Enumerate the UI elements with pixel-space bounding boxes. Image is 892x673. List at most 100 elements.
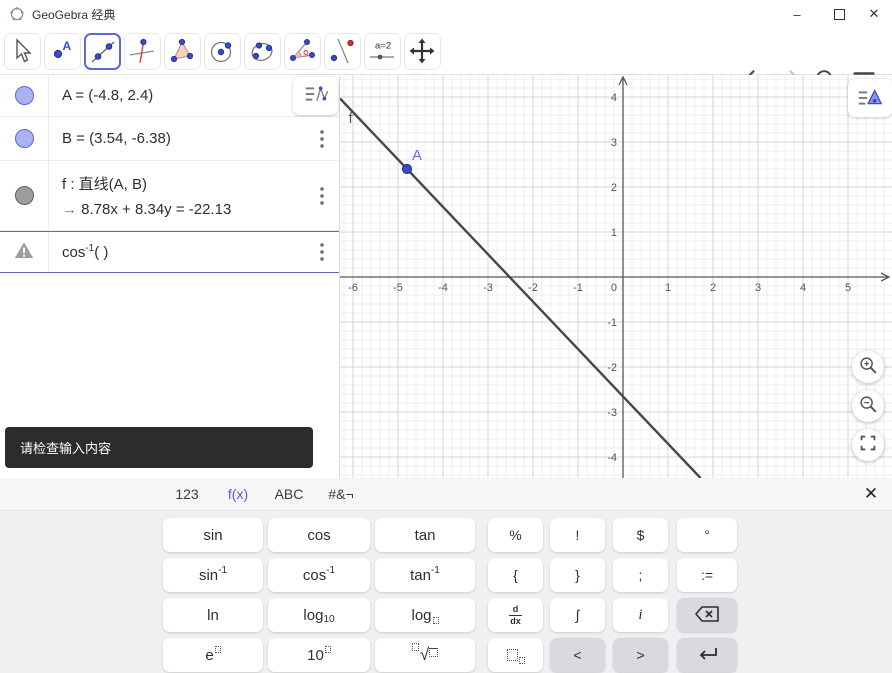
- key-label: }: [575, 567, 580, 583]
- key-ten-power[interactable]: 10: [268, 638, 370, 672]
- point-label-A: A: [412, 147, 422, 164]
- algebra-text-segment: A = (-4.8, 2.4): [62, 87, 154, 104]
- key-integral[interactable]: ∫: [550, 598, 605, 632]
- key-subscript: 10: [323, 613, 335, 625]
- algebra-row-input[interactable]: cos-1( ): [0, 231, 339, 273]
- keyboard-tab-123[interactable]: 123: [163, 478, 211, 510]
- key-sin-inverse[interactable]: sin -1: [163, 558, 263, 592]
- move-view-icon: [405, 38, 439, 72]
- keyboard-close-button[interactable]: ✕: [858, 481, 884, 507]
- visibility-toggle[interactable]: [0, 232, 49, 272]
- graphics-style-button[interactable]: [848, 79, 892, 117]
- tool-point[interactable]: A: [44, 33, 81, 70]
- visibility-toggle[interactable]: [0, 161, 49, 230]
- visibility-toggle[interactable]: [0, 117, 49, 160]
- key-enter[interactable]: [677, 638, 737, 672]
- keyboard-tab-fx[interactable]: f(x): [215, 478, 261, 510]
- algebra-style-button[interactable]: [293, 77, 338, 115]
- root-index-box: [411, 643, 419, 651]
- zoom-in-button[interactable]: [852, 351, 884, 383]
- key-tan[interactable]: tan: [375, 518, 475, 552]
- tool-conic-through-points[interactable]: [244, 33, 281, 70]
- minimize-button[interactable]: –: [776, 0, 818, 28]
- algebra-row-A[interactable]: A = (-4.8, 2.4): [0, 75, 339, 117]
- tool-move-graphics-view[interactable]: [404, 33, 441, 70]
- tool-circle-center-point[interactable]: [204, 33, 241, 70]
- tool-polygon[interactable]: [164, 33, 201, 70]
- zoom-out-button[interactable]: [852, 390, 884, 422]
- algebra-row-f[interactable]: f : 直线(A, B) → 8.78x + 8.34y = -22.13: [0, 161, 339, 231]
- axis-tick-label: -6: [348, 282, 358, 294]
- key-%[interactable]: %: [488, 518, 543, 552]
- key-e-power[interactable]: e: [163, 638, 263, 672]
- reflect-icon: [325, 38, 359, 72]
- keyboard-tab-[interactable]: #&¬: [317, 478, 365, 510]
- algebra-row-label: cos-1( ): [62, 243, 295, 261]
- subscript-box: [518, 656, 525, 664]
- algebra-text-segment: →: [62, 201, 82, 218]
- graphics-view[interactable]: -6 -5 -4 -3 -2 -1 0 1 2 3 4 5 -4 -3 -2 -1 1 2 3 4 f A: [340, 75, 892, 478]
- close-window-button[interactable]: ✕: [856, 0, 892, 28]
- tool-angle[interactable]: [284, 33, 321, 70]
- point-visibility-dot: [14, 86, 34, 105]
- key-tan-inverse[interactable]: tan -1: [375, 558, 475, 592]
- tool-slider[interactable]: a=2: [364, 33, 401, 70]
- row-menu-button[interactable]: [313, 183, 331, 209]
- point-A[interactable]: [401, 163, 413, 175]
- key-subscript[interactable]: [488, 638, 543, 672]
- tool-perpendicular-line[interactable]: [124, 33, 161, 70]
- key-°[interactable]: °: [677, 518, 737, 552]
- axis-tick-label: -3: [483, 282, 493, 294]
- axis-tick-label: -3: [607, 407, 617, 419]
- keyboard-tab-abc[interactable]: ABC: [263, 478, 315, 510]
- key-;[interactable]: ;: [613, 558, 668, 592]
- key-superscript: -1: [218, 564, 228, 576]
- axis-tick-label: 2: [710, 282, 716, 294]
- key-superscript: -1: [326, 564, 336, 576]
- key-}[interactable]: }: [550, 558, 605, 592]
- algebra-text-segment: B = (3.54, -6.38): [62, 130, 171, 147]
- graphics-canvas[interactable]: -6 -5 -4 -3 -2 -1 0 1 2 3 4 5-4-3-2-11234fA: [340, 75, 892, 478]
- key-label: cos: [307, 526, 331, 544]
- maximize-button[interactable]: [818, 0, 860, 28]
- tool-line-through-two-points[interactable]: [84, 33, 121, 70]
- visibility-toggle[interactable]: [0, 75, 49, 116]
- tool-reflect-about-line[interactable]: [324, 33, 361, 70]
- key-label: sin: [198, 566, 219, 584]
- toast-message: 请检查输入内容: [5, 427, 313, 468]
- key-$[interactable]: $: [613, 518, 668, 552]
- algebra-row-content: A = (-4.8, 2.4): [62, 75, 295, 116]
- algebra-row-content: B = (3.54, -6.38): [62, 117, 295, 160]
- algebra-row-B[interactable]: B = (3.54, -6.38): [0, 117, 339, 161]
- key-imaginary-i[interactable]: i: [613, 598, 668, 632]
- base-box: [506, 649, 518, 661]
- backspace-icon: [694, 605, 720, 626]
- key-log10[interactable]: log 10: [268, 598, 370, 632]
- key-sin[interactable]: sin: [163, 518, 263, 552]
- cursor-icon: [5, 38, 39, 72]
- tool-move[interactable]: [4, 33, 41, 70]
- fullscreen-button[interactable]: [852, 429, 884, 461]
- toolbar: Aa=2: [0, 28, 892, 92]
- row-menu-button[interactable]: [313, 126, 331, 152]
- key-cos-inverse[interactable]: cos -1: [268, 558, 370, 592]
- key-nth-root[interactable]: √: [375, 638, 475, 672]
- algebra-view: A = (-4.8, 2.4) B = (3.54, -6.38) f : 直线(A…: [0, 75, 340, 478]
- key-left-arrow[interactable]: <: [550, 638, 605, 672]
- key-label: °: [704, 527, 710, 543]
- axis-tick-label: 3: [611, 137, 617, 149]
- axis-tick-label: 4: [611, 92, 617, 104]
- key-derivative[interactable]: d dx: [488, 598, 543, 632]
- key-![interactable]: !: [550, 518, 605, 552]
- window-title: GeoGebra 经典: [32, 7, 116, 22]
- key-log[interactable]: log: [375, 598, 475, 632]
- key-cos[interactable]: cos: [268, 518, 370, 552]
- key-:=[interactable]: :=: [677, 558, 737, 592]
- key-backspace[interactable]: [677, 598, 737, 632]
- key-label: log: [411, 606, 432, 624]
- key-ln[interactable]: ln: [163, 598, 263, 632]
- row-menu-button[interactable]: [313, 239, 331, 265]
- key-{[interactable]: {: [488, 558, 543, 592]
- key-right-arrow[interactable]: >: [613, 638, 668, 672]
- key-label: cos: [302, 566, 327, 584]
